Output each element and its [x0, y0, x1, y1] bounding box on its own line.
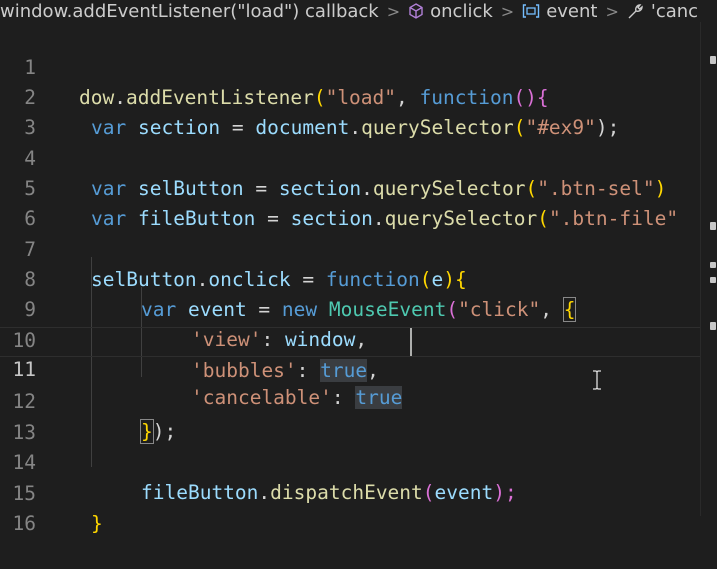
line-number: 16 — [12, 512, 36, 535]
code-line: 2 var section = document.querySelector("… — [0, 53, 700, 139]
breadcrumb-separator: > — [605, 1, 619, 21]
ibeam-cursor-icon — [593, 370, 601, 390]
current-line: 11 'cancelable': true — [0, 327, 700, 409]
code-line: 5 var fileButton = section.querySelector… — [0, 144, 700, 230]
breadcrumb-item-cancelable[interactable]: 'canc — [651, 1, 698, 22]
code-line: 16 — [0, 479, 700, 535]
text-caret — [410, 328, 412, 356]
code-line: 6 — [0, 174, 700, 230]
code-line: 4 var selButton = section.querySelector(… — [0, 114, 700, 200]
breadcrumb-item-event[interactable]: event — [546, 1, 597, 22]
code-line: 1 dow.addEventListener("load", function(… — [0, 23, 700, 109]
vertical-scrollbar[interactable] — [700, 22, 717, 516]
code-line: 13 — [0, 388, 700, 444]
overview-ruler-mark — [710, 262, 716, 268]
breadcrumb-separator: > — [386, 1, 401, 21]
overview-ruler-mark — [710, 277, 716, 283]
code-line: 14 fileButton.dispatchEvent(event); — [0, 418, 700, 504]
breadcrumb: window.addEventListener("load") callback… — [0, 0, 717, 22]
code-line: 10 'bubbles': true, — [0, 296, 700, 382]
code-text: } — [91, 512, 103, 535]
code-editor[interactable]: 1 dow.addEventListener("load", function(… — [0, 22, 700, 535]
code-line: 15 } — [0, 449, 700, 535]
overview-ruler-mark — [710, 322, 716, 330]
cube-icon — [408, 3, 424, 19]
overview-ruler-mark — [710, 222, 716, 230]
code-line: 8 var event = new MouseEvent("click", { — [0, 235, 700, 322]
breadcrumb-item-onclick[interactable]: onclick — [430, 1, 493, 22]
breadcrumb-item-callback[interactable]: window.addEventListener("load") callback — [0, 1, 379, 22]
wrench-icon — [627, 2, 645, 20]
overview-ruler-mark — [710, 56, 716, 64]
code-line: 7 selButton.onclick = function(e){ — [0, 205, 700, 291]
code-line: 9 'view': window, — [0, 265, 700, 351]
code-line: 3 — [0, 83, 700, 139]
breadcrumb-separator: > — [500, 1, 515, 21]
variable-icon — [522, 3, 540, 19]
